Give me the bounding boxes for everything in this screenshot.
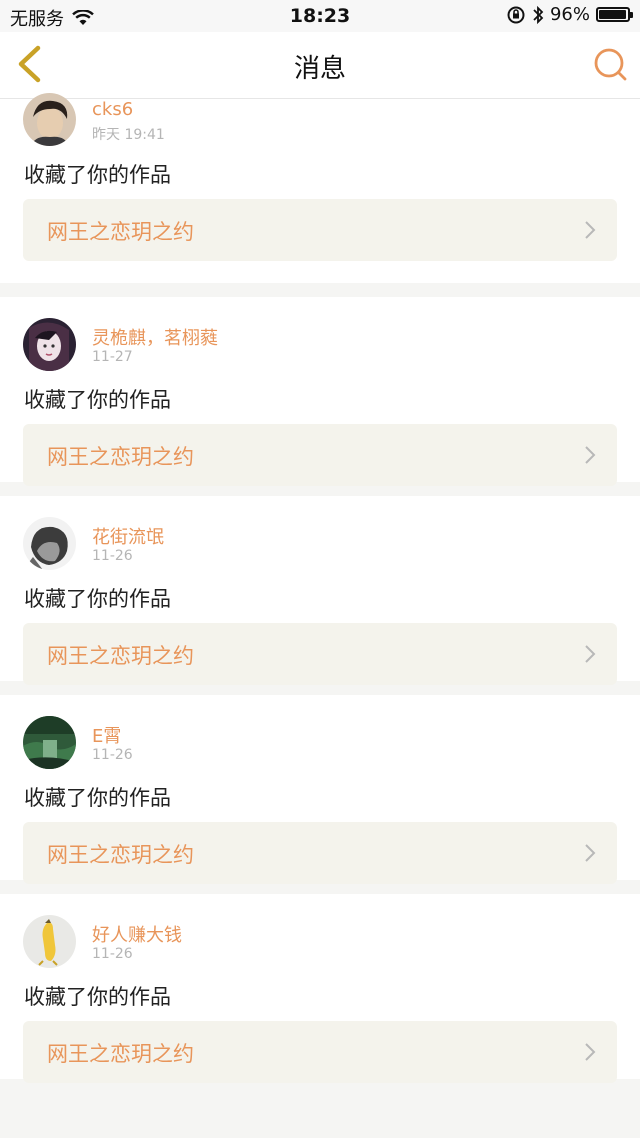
chevron-right-icon (585, 446, 596, 464)
avatar[interactable] (23, 517, 76, 570)
avatar[interactable] (23, 716, 76, 769)
work-link[interactable]: 网王之恋玥之约 (23, 1021, 617, 1083)
battery-icon (596, 7, 633, 22)
message-item: 灵桅麒，茗栩蕤 11-27 收藏了你的作品 网王之恋玥之约 (0, 297, 640, 486)
action-text: 收藏了你的作品 (24, 388, 171, 412)
work-link[interactable]: 网王之恋玥之约 (23, 822, 617, 884)
message-item: 好人赚大钱 11-26 收藏了你的作品 网王之恋玥之约 (0, 894, 640, 1083)
battery-percent: 96% (549, 4, 590, 25)
message-item: 花街流氓 11-26 收藏了你的作品 网王之恋玥之约 (0, 496, 640, 685)
timestamp: 11-26 (92, 946, 133, 962)
timestamp: 11-26 (92, 747, 133, 763)
work-title: 网王之恋玥之约 (47, 843, 194, 867)
chevron-right-icon (585, 645, 596, 663)
work-title: 网王之恋玥之约 (47, 445, 194, 469)
work-link[interactable]: 网王之恋玥之约 (23, 424, 617, 486)
status-bar: 无服务 18:23 96% (0, 0, 640, 32)
username[interactable]: 灵桅麒，茗栩蕤 (92, 324, 218, 350)
timestamp: 11-27 (92, 349, 133, 365)
chevron-right-icon (585, 844, 596, 862)
action-text: 收藏了你的作品 (24, 163, 171, 187)
work-title: 网王之恋玥之约 (47, 1042, 194, 1066)
chevron-right-icon (585, 221, 596, 239)
message-item: E霄 11-26 收藏了你的作品 网王之恋玥之约 (0, 695, 640, 884)
work-link[interactable]: 网王之恋玥之约 (23, 199, 617, 261)
avatar[interactable] (23, 318, 76, 371)
username[interactable]: cks6 (92, 99, 133, 120)
username[interactable]: E霄 (92, 722, 121, 748)
timestamp: 昨天 19:41 (92, 127, 165, 143)
username[interactable]: 好人赚大钱 (92, 921, 182, 947)
bluetooth-icon (533, 5, 544, 24)
action-text: 收藏了你的作品 (24, 786, 171, 810)
work-title: 网王之恋玥之约 (47, 220, 194, 244)
work-title: 网王之恋玥之约 (47, 644, 194, 668)
avatar[interactable] (23, 915, 76, 968)
message-item: cks6 昨天 19:41 收藏了你的作品 网王之恋玥之约 (0, 93, 640, 283)
action-text: 收藏了你的作品 (24, 587, 171, 611)
username[interactable]: 花街流氓 (92, 523, 164, 549)
battery-fill (599, 10, 626, 19)
action-text: 收藏了你的作品 (24, 985, 171, 1009)
work-link[interactable]: 网王之恋玥之约 (23, 623, 617, 685)
orientation-lock-icon (507, 6, 525, 23)
message-list: cks6 昨天 19:41 收藏了你的作品 网王之恋玥之约 灵桅麒，茗栩蕤 11 (0, 93, 640, 1093)
chevron-right-icon (585, 1043, 596, 1061)
avatar[interactable] (23, 93, 76, 146)
timestamp: 11-26 (92, 548, 133, 564)
status-right: 96% (506, 4, 633, 25)
